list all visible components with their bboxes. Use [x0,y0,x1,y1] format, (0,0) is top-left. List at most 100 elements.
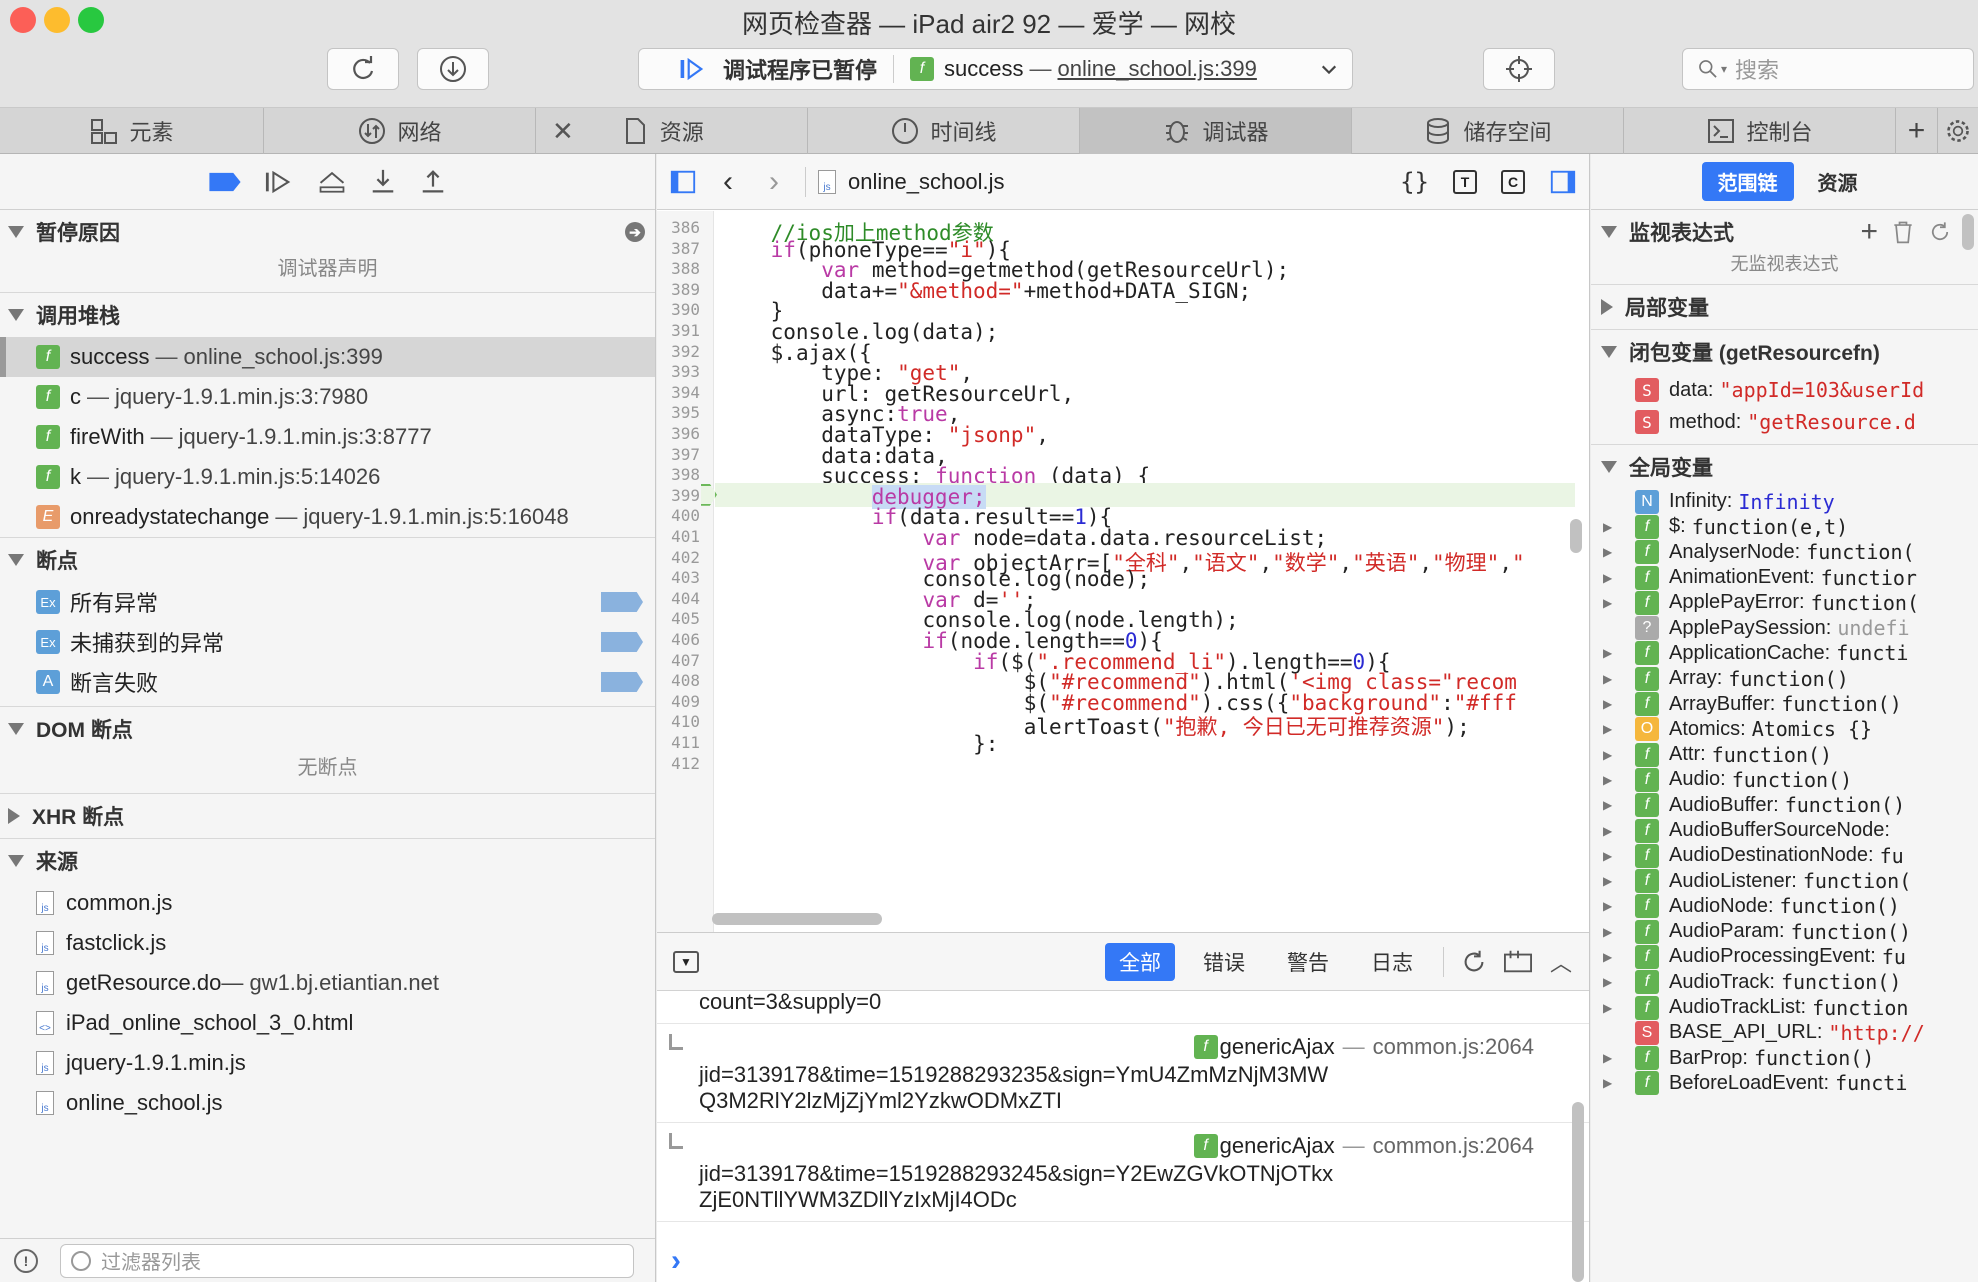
expand-triangle-icon[interactable]: ▶ [1603,899,1623,913]
chevron-down-icon[interactable] [1320,60,1338,78]
toggle-right-sidebar-icon[interactable] [1549,168,1577,196]
variable-row[interactable]: ▶ f AudioBufferSourceNode: [1591,818,1978,843]
variable-row[interactable]: ▶ f AudioParam: function() [1591,919,1978,944]
vertical-scrollbar[interactable] [1570,519,1582,553]
section-dom-breakpoints[interactable]: DOM 断点 [0,707,655,751]
console-filter-0[interactable]: 全部 [1104,942,1175,981]
expand-triangle-icon[interactable]: ▶ [1603,520,1623,534]
section-xhr-breakpoints[interactable]: XHR 断点 [0,794,655,838]
forward-arrow-icon[interactable]: › [769,165,779,199]
preserve-log-icon[interactable] [1502,948,1534,976]
variable-row[interactable]: ▶ f AudioNode: function() [1591,894,1978,919]
variable-row[interactable]: ▶ f AnalyserNode: function( [1591,540,1978,565]
variable-row[interactable]: Smethod: "getResource.d [1591,406,1978,438]
variable-row[interactable]: ▶ f ApplicationCache: functi [1591,641,1978,666]
horizontal-scrollbar[interactable] [712,913,882,925]
variable-row[interactable]: ▶ f ApplePayError: function( [1591,590,1978,615]
variable-row[interactable]: ▶ f AudioBuffer: function() [1591,793,1978,818]
variable-row[interactable]: ▶ f AudioListener: function( [1591,868,1978,894]
expand-triangle-icon[interactable]: ▶ [1603,596,1623,610]
call-frame[interactable]: f k — jquery-1.9.1.min.js:5:14026 [0,457,655,497]
section-breakpoints[interactable]: 断点 [0,538,655,582]
variable-row[interactable]: ▶?ApplePaySession:undefi [1591,615,1978,641]
debugger-status-bar[interactable]: 调试程序已暂停 f success — online_school.js:399 [638,48,1353,90]
warning-filter-icon[interactable]: ! [14,1248,38,1273]
close-tab-icon[interactable]: ✕ [552,116,574,147]
tab-elements[interactable]: 元素 [0,108,264,154]
expand-triangle-icon[interactable]: ▶ [1603,722,1623,736]
continue-icon[interactable] [263,168,295,196]
tab-timeline[interactable]: 时间线 [808,108,1080,154]
console-filter-2[interactable]: 警告 [1273,943,1343,981]
line-number[interactable]: 400 [657,506,714,525]
console-scrollbar[interactable] [1572,1102,1584,1282]
line-number[interactable]: 397 [657,445,714,464]
variable-row[interactable]: ▶ f AnimationEvent: functior [1591,565,1978,590]
variable-row[interactable]: ▶ f AudioProcessingEvent: fu [1591,944,1978,969]
section-sources[interactable]: 来源 [0,839,655,883]
expand-triangle-icon[interactable]: ▶ [1603,925,1623,939]
line-number[interactable]: 408 [657,671,714,690]
expand-triangle-icon[interactable]: ▶ [1603,1076,1623,1090]
line-number[interactable]: 411 [657,733,714,752]
refresh-icon[interactable] [1928,220,1952,244]
download-button[interactable] [417,48,489,90]
new-tab-button[interactable]: + [1896,108,1938,154]
line-number[interactable]: 409 [657,692,714,711]
console-collapse-icon[interactable]: ▼ [673,950,699,973]
line-number[interactable]: 389 [657,280,714,299]
line-number[interactable]: 406 [657,630,714,649]
chevron-up-icon[interactable]: ︿ [1550,946,1572,978]
variables-scrollbar[interactable] [1962,214,1974,250]
filter-input[interactable]: 过滤器列表 [60,1243,634,1278]
settings-button[interactable] [1938,108,1978,154]
line-number[interactable]: 399 [657,486,714,505]
line-number[interactable]: 398 [657,465,714,484]
line-number[interactable]: 393 [657,362,714,381]
expand-triangle-icon[interactable]: ▶ [1603,975,1623,989]
console-filter-3[interactable]: 日志 [1357,943,1427,981]
source-file[interactable]: js getResource.do — gw1.bj.etiantian.net [0,963,655,1003]
expand-triangle-icon[interactable]: ▶ [1603,646,1623,660]
line-number[interactable]: 390 [657,300,714,319]
call-frame[interactable]: f fireWith — jquery-1.9.1.min.js:3:8777 [0,417,655,457]
line-number[interactable]: 392 [657,342,714,361]
line-number[interactable]: 387 [657,239,714,258]
line-number[interactable]: 395 [657,403,714,422]
line-number[interactable]: 388 [657,259,714,278]
line-number[interactable]: 401 [657,527,714,546]
add-watch-icon[interactable]: + [1860,215,1878,249]
clear-console-icon[interactable] [1460,948,1488,976]
line-number[interactable]: 391 [657,321,714,340]
breakpoint-toggle-icon[interactable] [601,592,643,612]
variable-row[interactable]: ▶ f AudioDestinationNode: fu [1591,843,1978,868]
breakpoint-toggle-icon[interactable] [601,632,643,652]
breakpoint-item[interactable]: Ex 所有异常 [0,582,655,622]
breakpoint-item[interactable]: Ex 未捕获到的异常 [0,622,655,662]
source-file[interactable]: js fastclick.js [0,923,655,963]
variable-row[interactable]: Sdata: "appId=103&userId [1591,374,1978,406]
line-number[interactable]: 396 [657,424,714,443]
variable-row[interactable]: ▶ f Audio: function() [1591,767,1978,792]
line-number[interactable]: 412 [657,754,714,773]
tab-network[interactable]: 网络 [264,108,536,154]
line-number[interactable]: 405 [657,609,714,628]
tab-resources[interactable]: ✕ 资源 [536,108,808,154]
section-local-variables[interactable]: 局部变量 [1591,285,1978,329]
expand-triangle-icon[interactable]: ▶ [1603,571,1623,585]
expand-triangle-icon[interactable]: ▶ [1603,672,1623,686]
expand-triangle-icon[interactable]: ▶ [1603,874,1623,888]
line-number[interactable]: 403 [657,568,714,587]
variable-row[interactable]: ▶ f Array: function() [1591,666,1978,691]
expand-triangle-icon[interactable]: ▶ [1603,824,1623,838]
pretty-print-icon[interactable]: {} [1400,168,1429,196]
reload-button[interactable] [327,48,399,90]
source-file[interactable]: <> iPad_online_school_3_0.html [0,1003,655,1043]
code-coverage-icon[interactable]: C [1501,169,1525,194]
step-out-icon[interactable] [419,168,447,196]
step-into-icon[interactable] [369,168,397,196]
call-site-link[interactable]: common.js:2064 [1373,1034,1534,1060]
breakpoint-toggle-icon[interactable] [601,672,643,692]
line-number[interactable]: 404 [657,589,714,608]
tab-storage[interactable]: 储存空间 [1352,108,1624,154]
